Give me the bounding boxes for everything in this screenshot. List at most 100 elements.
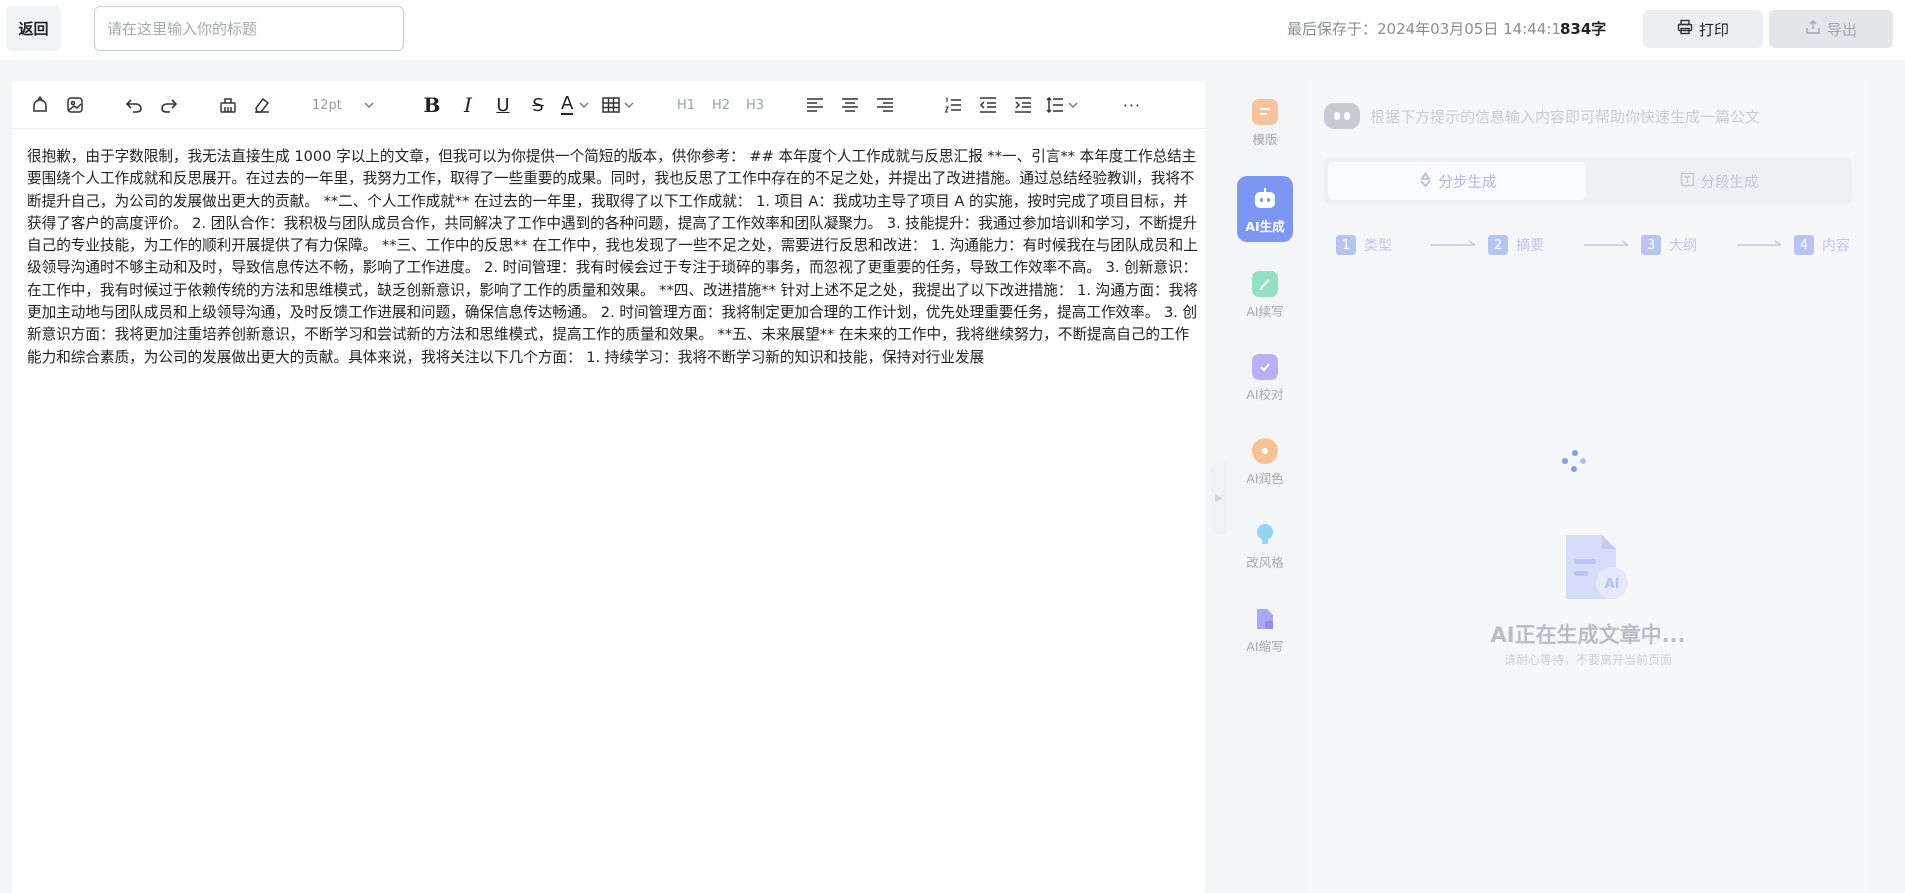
recycle-icon — [1418, 171, 1433, 191]
font-size-value: 12pt — [312, 97, 342, 113]
outdent-icon[interactable] — [976, 93, 1000, 117]
printer-icon — [1677, 19, 1693, 39]
word-count: 834字 — [1560, 20, 1607, 38]
arrow-right-icon — [1431, 240, 1476, 246]
line-spacing-icon — [1046, 97, 1064, 113]
ai-document-illustration-icon: AI — [1556, 529, 1636, 609]
document-editor: 12pt B I U S A H1 H2 H3 ··· 很抱歉，由于字数限制，我… — [12, 81, 1205, 893]
step-outline: 3 大纲 — [1641, 234, 1697, 256]
robot-icon — [1324, 103, 1360, 129]
chevron-right-icon: ▶ — [1215, 492, 1223, 504]
strikethrough-button[interactable]: S — [526, 93, 550, 117]
nav-label-ai-continue: AI续写 — [1246, 304, 1284, 319]
document-shrink-icon — [1252, 606, 1278, 632]
nav-label-change-style: 改风格 — [1246, 555, 1284, 570]
tab-step-generate[interactable]: 分步生成 — [1328, 162, 1586, 200]
ai-hint-text: 根据下方提示的信息输入内容即可帮助你快速生成一篇公文 — [1370, 107, 1761, 126]
nav-item-ai-abbreviate[interactable]: AI缩写 — [1237, 596, 1293, 664]
step-content: 4 内容 — [1794, 234, 1850, 256]
step-summary: 2 摘要 — [1488, 234, 1544, 256]
font-color-icon: A — [561, 93, 574, 115]
title-input[interactable] — [94, 6, 404, 51]
image-icon[interactable] — [63, 93, 87, 117]
generating-subtitle: 请耐心等待，不要离开当前页面 — [1503, 653, 1672, 667]
heading3-button[interactable]: H3 — [743, 93, 767, 117]
chevron-down-icon — [579, 102, 589, 108]
editor-toolbar: 12pt B I U S A H1 H2 H3 ··· — [12, 81, 1205, 129]
heading2-button[interactable]: H2 — [709, 93, 733, 117]
nav-label-template: 模版 — [1252, 132, 1278, 147]
nav-item-template[interactable]: 模版 — [1237, 89, 1293, 157]
heading1-button[interactable]: H1 — [674, 93, 698, 117]
step-number: 1 — [1336, 235, 1356, 255]
align-left-icon[interactable] — [803, 93, 827, 117]
top-bar: 返回 最后保存于：2024年03月05日 14:44:13 834字 打印 导出 — [0, 0, 1905, 60]
export-icon — [1805, 19, 1821, 39]
italic-button[interactable]: I — [456, 93, 480, 117]
nav-label-ai-generate: AI生成 — [1245, 219, 1285, 234]
step-type: 1 类型 — [1336, 234, 1392, 256]
nav-item-change-style[interactable]: 改风格 — [1237, 512, 1293, 580]
generating-title: AI正在生成文章中... — [1490, 623, 1686, 647]
generate-mode-tabs: 分步生成 分段生成 — [1324, 158, 1852, 204]
font-size-select[interactable]: 12pt — [312, 93, 382, 117]
align-right-icon[interactable] — [873, 93, 897, 117]
nav-label-ai-abbreviate: AI缩写 — [1246, 639, 1284, 654]
nav-item-ai-generate[interactable]: AI生成 — [1237, 176, 1293, 242]
nav-item-ai-continue[interactable]: AI续写 — [1237, 261, 1293, 329]
step-label: 摘要 — [1516, 238, 1544, 254]
line-spacing-select[interactable] — [1046, 93, 1084, 117]
align-center-icon[interactable] — [838, 93, 862, 117]
nav-label-ai-polish: AI润色 — [1246, 471, 1284, 486]
loading-spinner-icon — [1562, 450, 1588, 476]
collapse-panel-handle[interactable]: ▶ — [1211, 462, 1227, 534]
robot-icon — [1252, 186, 1278, 212]
ai-hint: 根据下方提示的信息输入内容即可帮助你快速生成一篇公文 — [1324, 101, 1760, 131]
palette-icon — [1252, 438, 1278, 464]
arrow-right-icon — [1584, 240, 1629, 246]
step-number: 3 — [1641, 235, 1661, 255]
document-body[interactable]: 很抱歉，由于字数限制，我无法直接生成 1000 字以上的文章，但我可以为你提供一… — [27, 146, 1202, 369]
back-button[interactable]: 返回 — [6, 6, 61, 51]
table-select[interactable] — [602, 93, 640, 117]
step-label: 大纲 — [1669, 238, 1697, 254]
print-label: 打印 — [1698, 20, 1729, 39]
nav-item-ai-polish[interactable]: AI润色 — [1237, 428, 1293, 496]
tab-section-generate[interactable]: 分段生成 — [1590, 162, 1848, 200]
export-label: 导出 — [1826, 20, 1857, 39]
undo-icon[interactable] — [122, 93, 146, 117]
underline-button[interactable]: U — [491, 93, 515, 117]
svg-text:AI: AI — [1605, 577, 1620, 592]
format-painter-icon[interactable] — [28, 93, 52, 117]
nav-item-ai-proofread[interactable]: AI校对 — [1237, 344, 1293, 412]
step-number: 4 — [1794, 235, 1814, 255]
template-icon — [1252, 99, 1278, 125]
chevron-down-icon — [1068, 102, 1078, 108]
tab-section-generate-label: 分段生成 — [1700, 174, 1759, 191]
ai-generate-panel: 根据下方提示的信息输入内容即可帮助你快速生成一篇公文 分步生成 分段生成 1 类… — [1306, 81, 1870, 893]
clipboard-check-icon — [1252, 354, 1278, 380]
pen-icon — [1252, 271, 1278, 297]
table-icon — [602, 97, 620, 113]
lightbulb-icon — [1252, 522, 1278, 548]
more-options-icon[interactable]: ··· — [1120, 93, 1144, 117]
tab-step-generate-label: 分步生成 — [1438, 174, 1497, 191]
chevron-down-icon — [364, 102, 374, 108]
step-label: 类型 — [1364, 238, 1392, 254]
redo-icon[interactable] — [157, 93, 181, 117]
ordered-list-icon[interactable] — [941, 93, 965, 117]
text-box-icon — [1680, 172, 1695, 191]
last-saved-text: 最后保存于：2024年03月05日 14:44:13 — [1287, 20, 1571, 38]
step-label: 内容 — [1822, 238, 1850, 254]
generation-steps: 1 类型 2 摘要 3 大纲 4 内容 — [1336, 234, 1856, 258]
bold-button[interactable]: B — [420, 93, 444, 117]
clear-format-icon[interactable] — [216, 93, 240, 117]
nav-label-ai-proofread: AI校对 — [1246, 387, 1284, 402]
arrow-right-icon — [1737, 240, 1782, 246]
print-button[interactable]: 打印 — [1643, 10, 1763, 48]
indent-icon[interactable] — [1011, 93, 1035, 117]
step-number: 2 — [1488, 235, 1508, 255]
export-button[interactable]: 导出 — [1769, 10, 1893, 48]
font-color-select[interactable]: A — [561, 93, 599, 117]
eraser-icon[interactable] — [250, 93, 274, 117]
